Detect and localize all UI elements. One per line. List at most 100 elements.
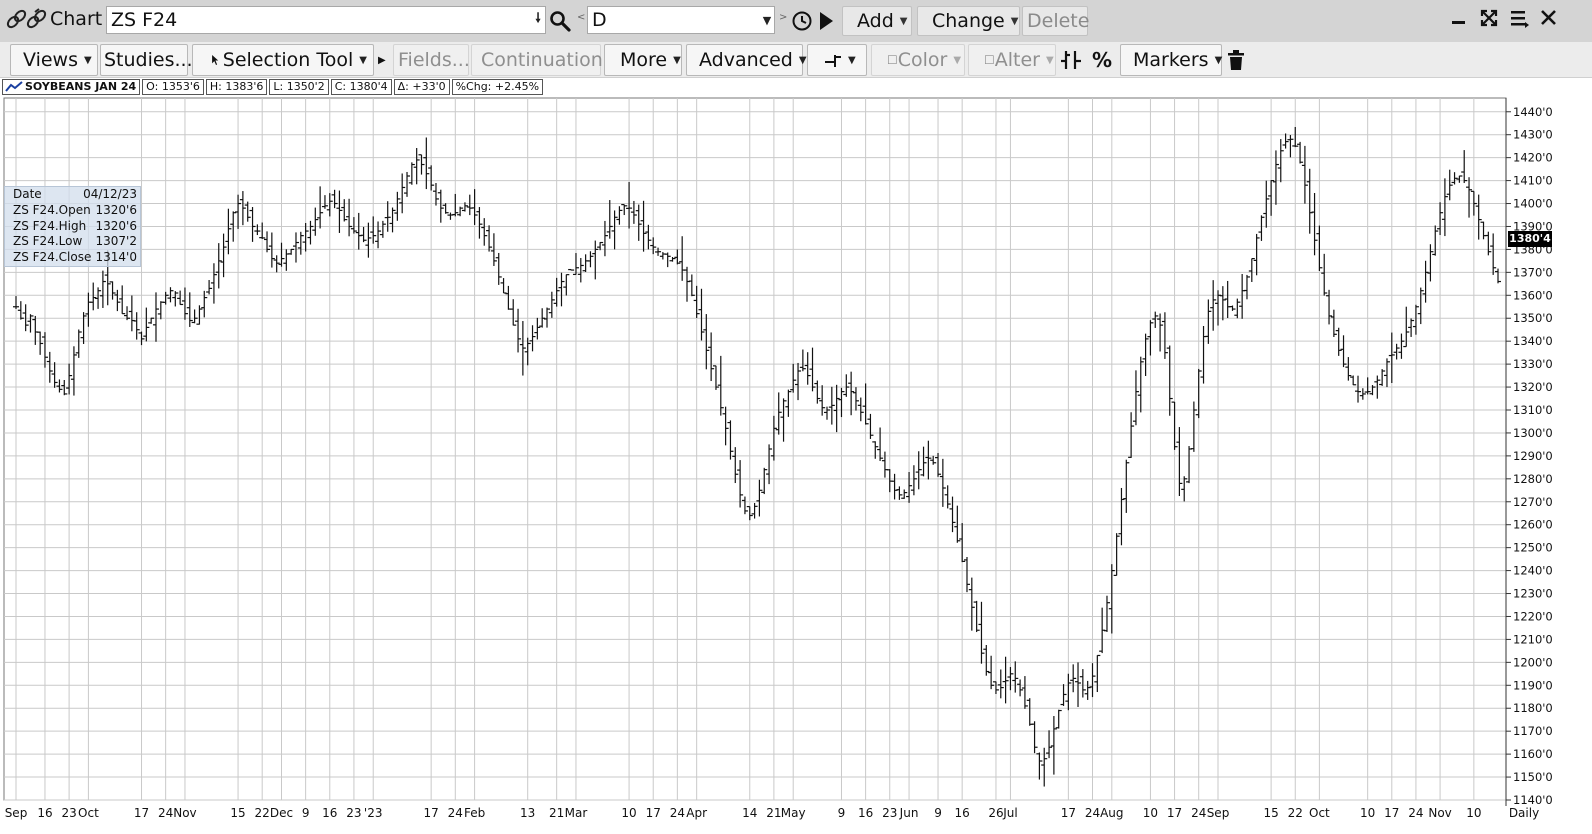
x-tick-label: 10 bbox=[1143, 806, 1158, 820]
y-tick-label: 1400'0 bbox=[1513, 197, 1553, 211]
y-tick-label: 1150'0 bbox=[1513, 770, 1553, 784]
link-chain-icon[interactable] bbox=[4, 8, 48, 32]
x-tick-label: 15 bbox=[230, 806, 245, 820]
x-tick-label: 21 bbox=[549, 806, 564, 820]
ohlc-chart-svg[interactable]: 1140'0 1150'0 1160'0 1170'0 1180'0 1190'0 1200… bbox=[0, 78, 1592, 834]
x-tick-label: Sep bbox=[1207, 806, 1230, 820]
interval-next-icon[interactable]: > bbox=[779, 12, 787, 23]
color-caret-icon: ▼ bbox=[953, 54, 962, 66]
clock-icon[interactable] bbox=[791, 10, 813, 32]
y-tick-label: 1220'0 bbox=[1513, 609, 1553, 623]
data-window[interactable]: Date 04/12/23 ZS F24.Open 1320'6 ZS F24.Hi… bbox=[4, 186, 141, 267]
x-tick-label: 9 bbox=[302, 806, 310, 820]
x-tick-label: 24 bbox=[1191, 806, 1206, 820]
alter-checkbox-icon: ☐ bbox=[984, 53, 995, 67]
ohlc-bar-icon bbox=[1061, 51, 1081, 69]
x-tick-label: Oct bbox=[78, 806, 99, 820]
percent-button[interactable]: % bbox=[1092, 44, 1116, 76]
alter-caret-icon: ▼ bbox=[1046, 54, 1054, 66]
continuation-button[interactable]: Continuation bbox=[471, 44, 603, 76]
y-tick-label: 1140'0 bbox=[1513, 793, 1553, 807]
x-tick-label: 16 bbox=[322, 806, 337, 820]
markers-menu[interactable]: Markers ▼ bbox=[1120, 44, 1222, 76]
minimize-icon[interactable] bbox=[1448, 8, 1470, 28]
y-tick-label: 1410'0 bbox=[1513, 174, 1553, 188]
x-tick-label: 24 bbox=[448, 806, 463, 820]
line-chart-icon bbox=[5, 81, 23, 92]
symbol-input[interactable]: ZS F24 bbox=[107, 9, 531, 31]
more-menu[interactable]: More ▼ bbox=[604, 44, 682, 76]
play-icon[interactable] bbox=[817, 10, 835, 32]
x-tick-label: 10 bbox=[1466, 806, 1481, 820]
ohlc-bar-style-button[interactable] bbox=[1060, 44, 1084, 76]
x-tick-label: 24 bbox=[670, 806, 685, 820]
x-tick-label: 16 bbox=[955, 806, 970, 820]
x-tick-label: 17 bbox=[134, 806, 149, 820]
symbol-combobox[interactable]: ZS F24 🠗 bbox=[106, 6, 546, 34]
y-tick-label: 1280'0 bbox=[1513, 472, 1553, 486]
y-tick-label: 1300'0 bbox=[1513, 426, 1553, 440]
change-button[interactable]: Change ▼ bbox=[917, 6, 1020, 36]
y-tick-label: 1360'0 bbox=[1513, 288, 1553, 302]
x-tick-label: Nov bbox=[1428, 806, 1451, 820]
y-tick-label: 1170'0 bbox=[1513, 724, 1553, 738]
x-tick-label: 17 bbox=[1061, 806, 1076, 820]
x-tick-label: 16 bbox=[37, 806, 52, 820]
x-tick-label: 15 bbox=[1263, 806, 1278, 820]
x-tick-label: 10 bbox=[1360, 806, 1375, 820]
selection-tool-menu[interactable]: Selection Tool ▼ bbox=[192, 44, 374, 76]
search-icon[interactable] bbox=[549, 10, 571, 32]
interval-combobox[interactable]: D ▼ bbox=[587, 6, 775, 34]
x-tick-label: 16 bbox=[858, 806, 873, 820]
fields-button[interactable]: Fields... bbox=[393, 44, 470, 76]
alter-menu[interactable]: ☐ Alter ▼ bbox=[968, 44, 1056, 76]
delete-drawings-button[interactable] bbox=[1226, 44, 1248, 76]
y-tick-label: 1200'0 bbox=[1513, 655, 1553, 669]
x-tick-label: Mar bbox=[565, 806, 588, 820]
x-tick-label: 17 bbox=[1167, 806, 1182, 820]
crosshair-icon bbox=[825, 55, 841, 67]
toolbar-scroll-right-icon[interactable]: ▶ bbox=[378, 44, 392, 76]
last-price-tag: 1380'4 bbox=[1508, 231, 1552, 247]
x-tick-label: 23 bbox=[346, 806, 361, 820]
header-high: H: 1383'6 bbox=[205, 79, 268, 95]
instrument-name: SOYBEANS JAN 24 bbox=[2, 79, 141, 95]
expand-icon[interactable] bbox=[1478, 8, 1500, 28]
crosshair-menu[interactable]: ▼ bbox=[807, 44, 867, 76]
x-tick-label: Oct bbox=[1309, 806, 1330, 820]
selection-tool-caret-icon: ▼ bbox=[359, 54, 367, 66]
delete-button[interactable]: Delete bbox=[1022, 6, 1089, 36]
price-chart[interactable]: 1140'0 1150'0 1160'0 1170'0 1180'0 1190'0 1200… bbox=[0, 78, 1592, 834]
y-tick-label: 1330'0 bbox=[1513, 357, 1553, 371]
x-tick-label: Sep bbox=[5, 806, 28, 820]
x-tick-label: 22 bbox=[255, 806, 270, 820]
color-menu[interactable]: ☐ Color ▼ bbox=[871, 44, 965, 76]
views-menu[interactable]: Views ▼ bbox=[10, 44, 98, 76]
y-tick-label: 1440'0 bbox=[1513, 105, 1553, 119]
data-window-row: ZS F24.Low 1307'2 bbox=[13, 234, 137, 249]
y-tick-label: 1240'0 bbox=[1513, 564, 1553, 578]
x-tick-label: Jul bbox=[1002, 806, 1017, 820]
interval-prev-icon[interactable]: < bbox=[577, 12, 585, 23]
x-tick-label: 23 bbox=[882, 806, 897, 820]
x-tick-label: 22 bbox=[1288, 806, 1303, 820]
y-tick-label: 1160'0 bbox=[1513, 747, 1553, 761]
y-tick-label: 1310'0 bbox=[1513, 403, 1553, 417]
x-tick-label: 24 bbox=[158, 806, 173, 820]
y-tick-label: 1250'0 bbox=[1513, 541, 1553, 555]
studies-button[interactable]: Studies... bbox=[100, 44, 193, 76]
x-tick-label: 21 bbox=[766, 806, 781, 820]
symbol-dropdown-arrow-icon[interactable]: 🠗 bbox=[531, 9, 545, 31]
cursor-arrow-icon bbox=[212, 54, 219, 66]
close-icon[interactable] bbox=[1538, 8, 1560, 28]
x-tick-label: Feb bbox=[464, 806, 485, 820]
interval-input[interactable]: D bbox=[588, 9, 760, 31]
add-button[interactable]: Add ▼ bbox=[842, 6, 912, 36]
x-tick-label: 13 bbox=[520, 806, 535, 820]
advanced-menu[interactable]: Advanced ▼ bbox=[686, 44, 807, 76]
add-dropdown-icon[interactable]: ▼ bbox=[898, 16, 914, 27]
menu-icon[interactable] bbox=[1508, 8, 1530, 28]
interval-dropdown-arrow-icon[interactable]: ▼ bbox=[760, 14, 774, 27]
color-checkbox-icon: ☐ bbox=[887, 53, 898, 67]
y-tick-label: 1190'0 bbox=[1513, 678, 1553, 692]
